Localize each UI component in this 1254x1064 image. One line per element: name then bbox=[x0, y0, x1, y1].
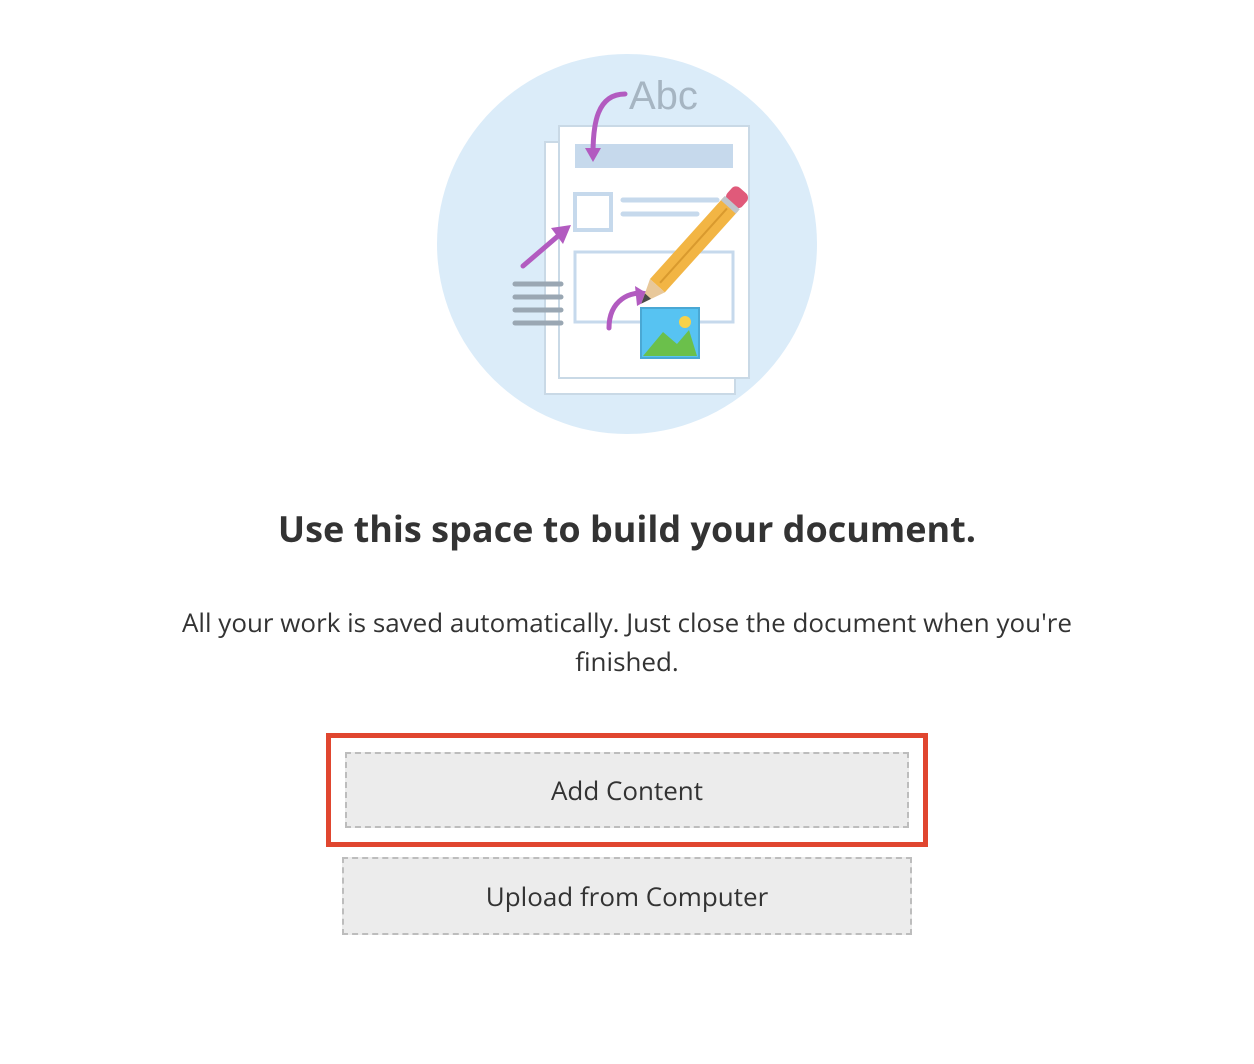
upload-from-computer-button[interactable]: Upload from Computer bbox=[342, 857, 912, 935]
add-content-button[interactable]: Add Content bbox=[345, 752, 909, 828]
empty-state-illustration: Abc bbox=[437, 54, 817, 434]
document-builder-illustration-icon: Abc bbox=[437, 54, 817, 434]
abc-placeholder-text: Abc bbox=[629, 74, 698, 118]
empty-state-heading: Use this space to build your document. bbox=[278, 504, 976, 553]
add-content-highlight: Add Content bbox=[326, 733, 928, 847]
empty-state-subtext: All your work is saved automatically. Ju… bbox=[167, 603, 1087, 681]
